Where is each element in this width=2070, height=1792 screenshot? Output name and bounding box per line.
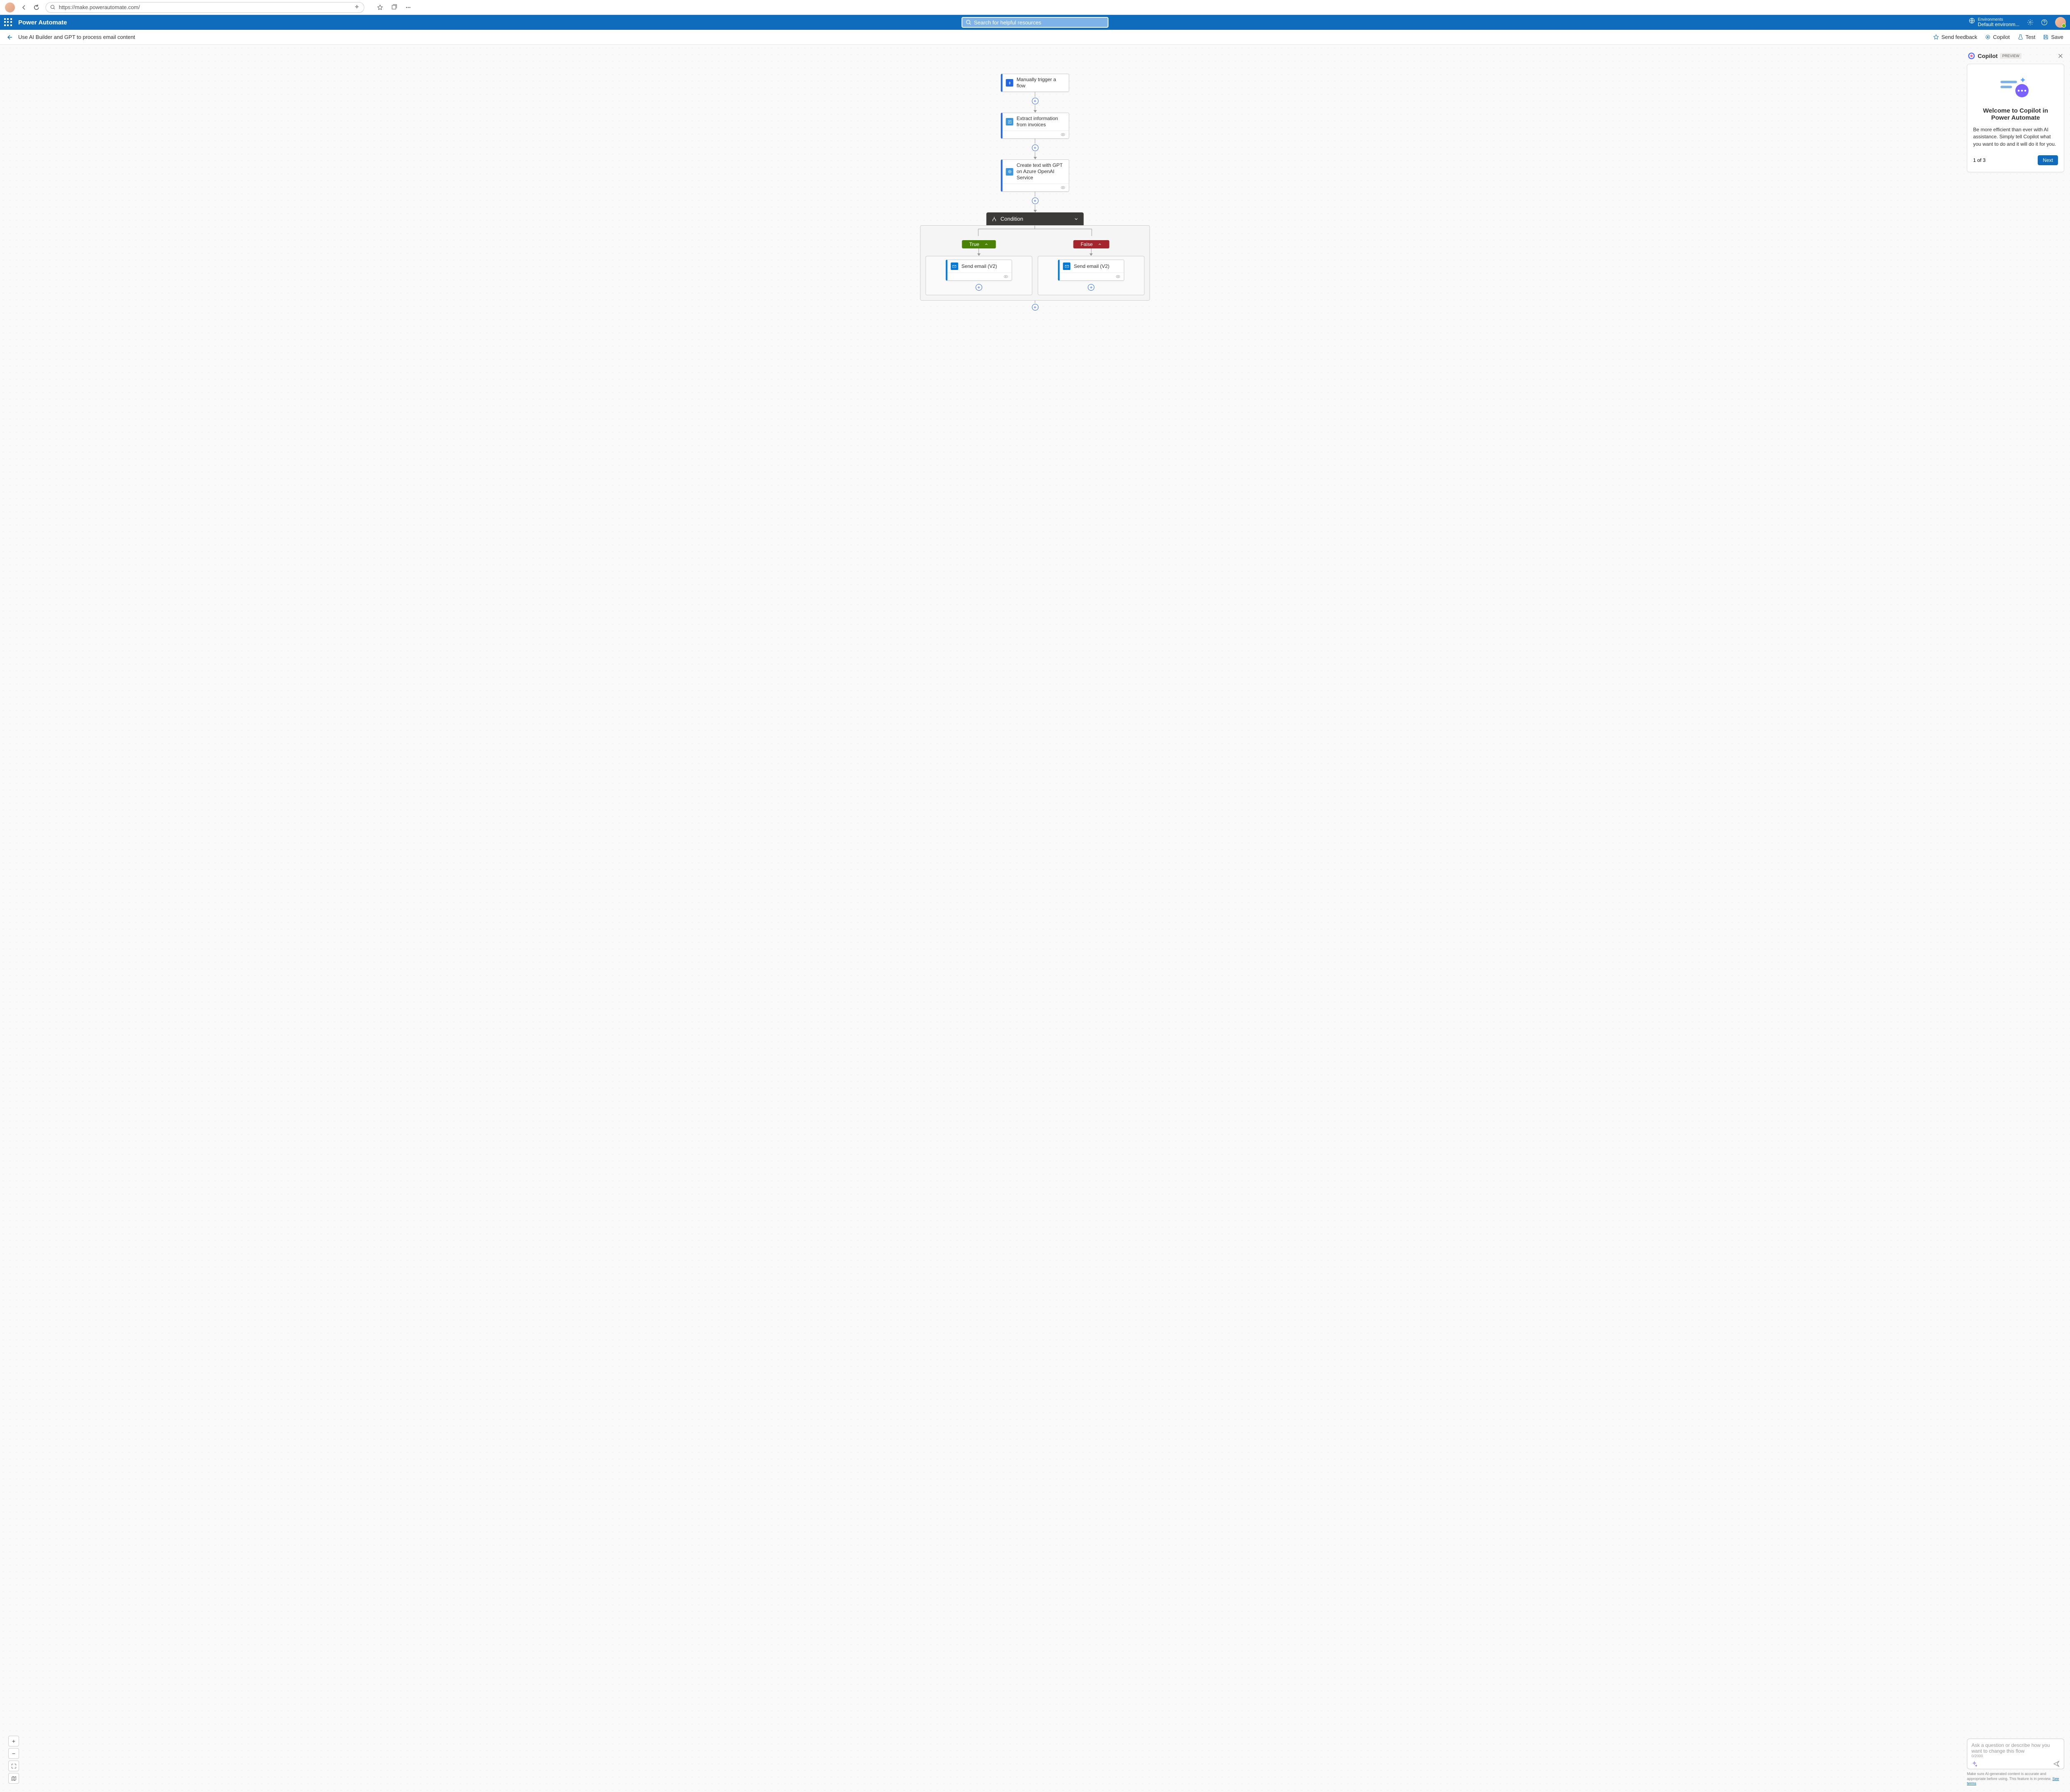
openai-icon — [1006, 168, 1013, 176]
add-step[interactable]: + — [975, 284, 982, 291]
profile-avatar[interactable] — [5, 2, 15, 12]
fit-screen-button[interactable] — [8, 1761, 19, 1771]
minimap-button[interactable] — [8, 1773, 19, 1784]
browser-chrome: https://make.powerautomate.com/ — [0, 0, 2070, 15]
add-step[interactable]: + — [1032, 145, 1038, 151]
peek-icon[interactable] — [1061, 132, 1066, 137]
search-icon — [50, 5, 55, 10]
flow-canvas[interactable]: Manually trigger a flow + Extract inform… — [0, 45, 2070, 1792]
add-step[interactable]: + — [1032, 98, 1038, 104]
zoom-out-button[interactable]: − — [8, 1748, 19, 1759]
settings-icon[interactable] — [2027, 19, 2034, 26]
app-title: Power Automate — [18, 19, 67, 26]
copilot-illustration — [1973, 71, 2058, 107]
trigger-label: Manually trigger a flow — [1017, 77, 1066, 89]
flow-title: Use AI Builder and GPT to process email … — [18, 34, 135, 40]
copilot-button[interactable]: Copilot — [1985, 34, 2010, 40]
copilot-next-button[interactable]: Next — [2038, 155, 2058, 165]
add-step[interactable]: + — [1088, 284, 1095, 291]
zoom-controls: + − — [8, 1736, 19, 1784]
outlook-icon — [1063, 263, 1071, 270]
environment-picker[interactable]: Environments Default environm... — [1969, 17, 2019, 27]
copilot-welcome-card: Welcome to Copilot in Power Automate Be … — [1967, 64, 2064, 172]
peek-icon[interactable] — [1061, 185, 1066, 190]
sparkle-icon[interactable] — [1971, 1761, 1977, 1767]
gpt-label: Create text with GPT on Azure OpenAI Ser… — [1017, 162, 1066, 181]
env-value: Default environm... — [1978, 22, 2019, 27]
chevron-down-icon — [1074, 217, 1079, 222]
zoom-in-button[interactable]: + — [8, 1736, 19, 1746]
send-feedback-button[interactable]: Send feedback — [1933, 34, 1977, 40]
send-button[interactable] — [2053, 1761, 2060, 1767]
copilot-step-indicator: 1 of 3 — [1973, 157, 1986, 163]
peek-icon[interactable] — [1003, 274, 1008, 279]
preview-badge: PREVIEW — [2000, 53, 2022, 59]
chevron-up-icon — [1098, 242, 1102, 246]
help-icon[interactable] — [2041, 19, 2048, 26]
ai-builder-icon — [1006, 118, 1013, 125]
refresh-button[interactable] — [33, 4, 40, 11]
copilot-title: Copilot — [1978, 53, 1998, 59]
url-text: https://make.powerautomate.com/ — [59, 4, 140, 10]
true-branch-header[interactable]: True — [962, 240, 996, 248]
add-step[interactable]: + — [1032, 198, 1038, 204]
send-email-label: Send email (V2) — [961, 263, 997, 270]
chevron-up-icon — [984, 242, 988, 246]
search-bar[interactable]: Search for helpful resources — [962, 17, 1109, 28]
peek-icon[interactable] — [1116, 274, 1121, 279]
more-icon[interactable] — [405, 4, 412, 11]
gpt-card[interactable]: Create text with GPT on Azure OpenAI Ser… — [1001, 159, 1069, 192]
send-email-true-card[interactable]: Send email (V2) — [946, 260, 1012, 281]
extract-label: Extract information from invoices — [1017, 116, 1066, 128]
app-header: Power Automate Search for helpful resour… — [0, 15, 2070, 30]
condition-container: True Send email (V2) — [920, 225, 1150, 301]
save-button[interactable]: Save — [2043, 34, 2063, 40]
copilot-welcome-body: Be more efficient than ever with AI assi… — [1973, 126, 2058, 148]
user-avatar[interactable] — [2055, 17, 2066, 28]
copilot-welcome-title: Welcome to Copilot in Power Automate — [1973, 107, 2058, 121]
condition-icon — [992, 216, 997, 222]
trigger-icon — [1006, 79, 1013, 87]
env-label: Environments — [1978, 17, 2019, 22]
condition-card[interactable]: Condition — [987, 212, 1084, 225]
search-icon — [966, 19, 972, 25]
back-arrow[interactable] — [7, 34, 13, 41]
back-button[interactable] — [21, 4, 27, 11]
outlook-icon — [951, 263, 958, 270]
test-button[interactable]: Test — [2017, 34, 2036, 40]
copilot-placeholder: Ask a question or describe how you want … — [1971, 1742, 2060, 1754]
favorite-icon[interactable] — [377, 4, 383, 11]
app-launcher[interactable] — [4, 18, 12, 26]
false-branch-header[interactable]: False — [1073, 240, 1109, 248]
extract-card[interactable]: Extract information from invoices — [1001, 113, 1069, 139]
search-placeholder: Search for helpful resources — [974, 19, 1042, 26]
copilot-panel: Copilot PREVIEW Welcome to Copilot in Po… — [1967, 51, 2064, 1786]
close-copilot-button[interactable] — [2058, 53, 2063, 59]
command-bar: Use AI Builder and GPT to process email … — [0, 30, 2070, 45]
add-step[interactable]: + — [1032, 304, 1038, 311]
sparkle-icon[interactable] — [354, 5, 360, 10]
send-email-false-card[interactable]: Send email (V2) — [1058, 260, 1124, 281]
copilot-logo-icon — [1968, 52, 1975, 60]
copilot-char-counter: 0/2000 — [1971, 1754, 2060, 1758]
condition-label: Condition — [1001, 216, 1023, 222]
copilot-input[interactable]: Ask a question or describe how you want … — [1967, 1739, 2064, 1769]
trigger-card[interactable]: Manually trigger a flow — [1001, 74, 1069, 92]
copilot-disclaimer: Make sure AI-generated content is accura… — [1967, 1772, 2064, 1786]
url-bar[interactable]: https://make.powerautomate.com/ — [46, 2, 364, 13]
environment-icon — [1969, 17, 1975, 24]
collections-icon[interactable] — [391, 4, 397, 11]
send-email-label: Send email (V2) — [1074, 263, 1110, 270]
